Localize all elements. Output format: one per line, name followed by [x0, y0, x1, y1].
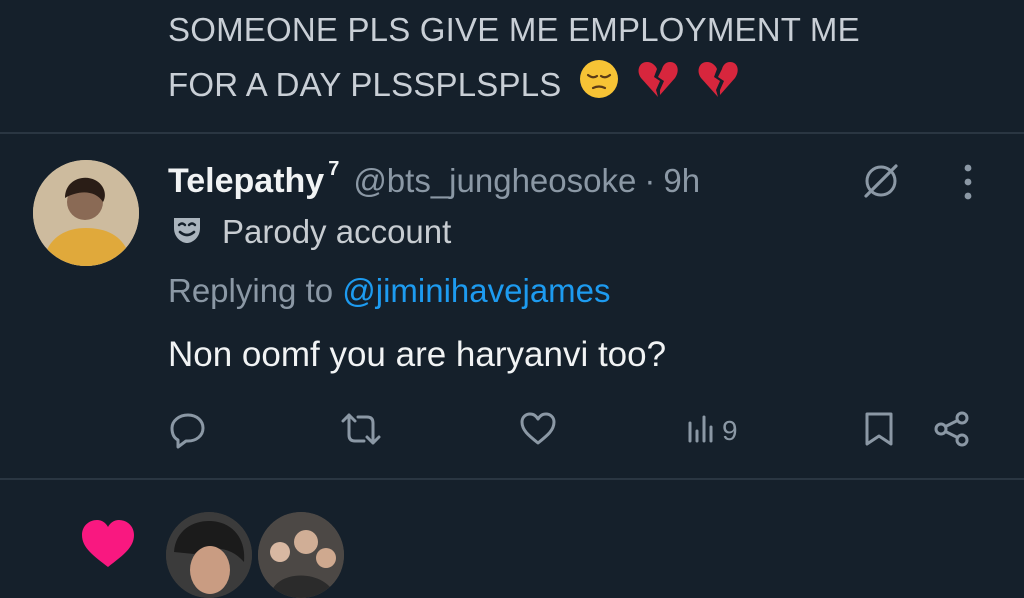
- previous-tweet-line-1: SOMEONE PLS GIVE ME EMPLOYMENT ME: [168, 11, 860, 48]
- tweet-text: Non oomf you are haryanvi too?: [168, 335, 667, 374]
- display-name[interactable]: Telepathy: [168, 162, 324, 201]
- grok-icon[interactable]: [858, 158, 904, 204]
- share-icon: [932, 409, 972, 454]
- parody-badge: Parody account: [170, 212, 451, 251]
- mention-link[interactable]: @jiminihavejames: [342, 272, 610, 309]
- more-options-icon[interactable]: [956, 160, 980, 204]
- pensive-face-icon: [577, 57, 621, 117]
- avatar[interactable]: [33, 160, 139, 266]
- name-superscript: 7: [328, 157, 340, 180]
- share-button[interactable]: [932, 408, 972, 454]
- views-icon: [686, 409, 716, 454]
- reply-button[interactable]: [168, 408, 208, 454]
- parody-mask-icon: [170, 212, 204, 251]
- views-button[interactable]: 9: [686, 408, 738, 454]
- previous-tweet-text: SOMEONE PLS GIVE ME EMPLOYMENT ME FOR A …: [168, 2, 988, 117]
- divider: [0, 132, 1024, 134]
- user-handle[interactable]: @bts_jungheosoke: [353, 162, 636, 200]
- timestamp[interactable]: 9h: [663, 162, 700, 200]
- tweet-header: Telepathy 7 @bts_jungheosoke · 9h: [168, 155, 700, 207]
- broken-heart-icon: [636, 57, 680, 117]
- reply-icon: [168, 409, 208, 454]
- replying-prefix: Replying to: [168, 272, 343, 309]
- liked-heart-icon: [80, 517, 136, 572]
- previous-tweet-line-2: FOR A DAY PLSSPLSPLS: [168, 57, 988, 117]
- parody-label: Parody account: [222, 212, 452, 250]
- retweet-button[interactable]: [340, 408, 382, 454]
- divider: [0, 478, 1024, 480]
- separator: ·: [644, 162, 656, 199]
- views-count: 9: [722, 415, 738, 446]
- liker-avatar[interactable]: [258, 512, 344, 598]
- retweet-icon: [340, 409, 382, 454]
- heart-icon: [518, 409, 558, 454]
- replying-to: Replying to @jiminihavejames: [168, 272, 611, 310]
- bookmark-icon: [862, 409, 896, 454]
- liker-avatar[interactable]: [166, 512, 252, 598]
- broken-heart-icon: [696, 57, 740, 117]
- bookmark-button[interactable]: [862, 408, 896, 454]
- like-button[interactable]: [518, 408, 558, 454]
- previous-tweet-line-2-text: FOR A DAY PLSSPLSPLS: [168, 66, 562, 103]
